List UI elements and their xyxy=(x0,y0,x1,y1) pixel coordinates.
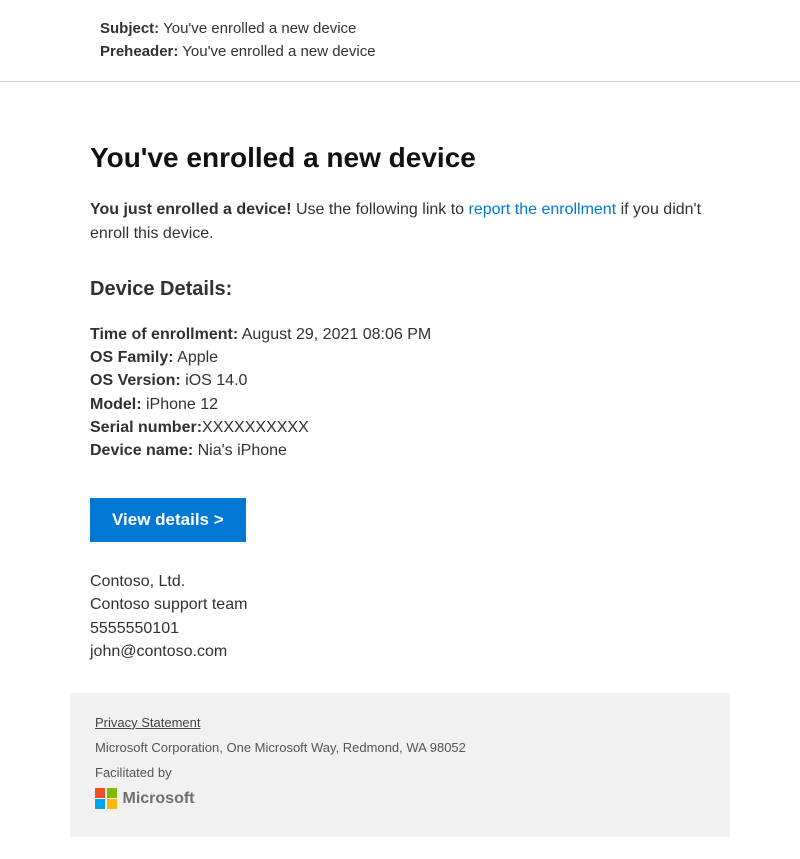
report-enrollment-link[interactable]: report the enrollment xyxy=(469,201,617,218)
intro-text: You just enrolled a device! Use the foll… xyxy=(90,198,710,246)
microsoft-wordmark: Microsoft xyxy=(123,790,195,808)
footer-address: Microsoft Corporation, One Microsoft Way… xyxy=(95,740,705,755)
facilitated-by-text: Facilitated by xyxy=(95,765,705,780)
microsoft-logo-icon xyxy=(95,788,117,810)
detail-value: XXXXXXXXXX xyxy=(202,419,309,436)
contact-email: john@contoso.com xyxy=(90,640,710,663)
detail-value: August 29, 2021 08:06 PM xyxy=(238,326,431,343)
detail-value: iPhone 12 xyxy=(142,396,219,413)
detail-label: Device name: xyxy=(90,442,193,459)
detail-label: Time of enrollment: xyxy=(90,326,238,343)
contact-block: Contoso, Ltd. Contoso support team 55555… xyxy=(90,570,710,663)
contact-org: Contoso, Ltd. xyxy=(90,570,710,593)
microsoft-logo: Microsoft xyxy=(95,788,705,810)
device-details-heading: Device Details: xyxy=(90,278,710,301)
detail-label: Serial number: xyxy=(90,419,202,436)
preheader-value: You've enrolled a new device xyxy=(182,43,375,60)
privacy-statement-link[interactable]: Privacy Statement xyxy=(95,715,201,730)
subject-label: Subject: xyxy=(100,20,159,37)
contact-phone: 5555550101 xyxy=(90,617,710,640)
detail-label: Model: xyxy=(90,396,142,413)
device-details-block: Time of enrollment: August 29, 2021 08:0… xyxy=(90,323,710,462)
intro-bold: You just enrolled a device! xyxy=(90,201,292,218)
contact-team: Contoso support team xyxy=(90,593,710,616)
intro-before-link: Use the following link to xyxy=(292,201,469,218)
detail-value: Nia's iPhone xyxy=(193,442,287,459)
detail-label: OS Family: xyxy=(90,349,174,366)
view-details-button[interactable]: View details > xyxy=(90,498,246,542)
detail-model: Model: iPhone 12 xyxy=(90,393,710,416)
subject-value: You've enrolled a new device xyxy=(163,20,356,37)
detail-label: OS Version: xyxy=(90,372,181,389)
email-meta-header: Subject: You've enrolled a new device Pr… xyxy=(0,0,800,82)
detail-os-version: OS Version: iOS 14.0 xyxy=(90,369,710,392)
detail-os-family: OS Family: Apple xyxy=(90,346,710,369)
preheader-label: Preheader: xyxy=(100,43,178,60)
detail-device-name: Device name: Nia's iPhone xyxy=(90,439,710,462)
email-footer: Privacy Statement Microsoft Corporation,… xyxy=(70,693,730,838)
detail-value: Apple xyxy=(174,349,218,366)
page-title: You've enrolled a new device xyxy=(90,142,710,174)
detail-time: Time of enrollment: August 29, 2021 08:0… xyxy=(90,323,710,346)
subject-row: Subject: You've enrolled a new device xyxy=(100,20,700,37)
detail-serial: Serial number:XXXXXXXXXX xyxy=(90,416,710,439)
email-body: You've enrolled a new device You just en… xyxy=(0,92,800,693)
detail-value: iOS 14.0 xyxy=(181,372,248,389)
preheader-row: Preheader: You've enrolled a new device xyxy=(100,43,700,60)
